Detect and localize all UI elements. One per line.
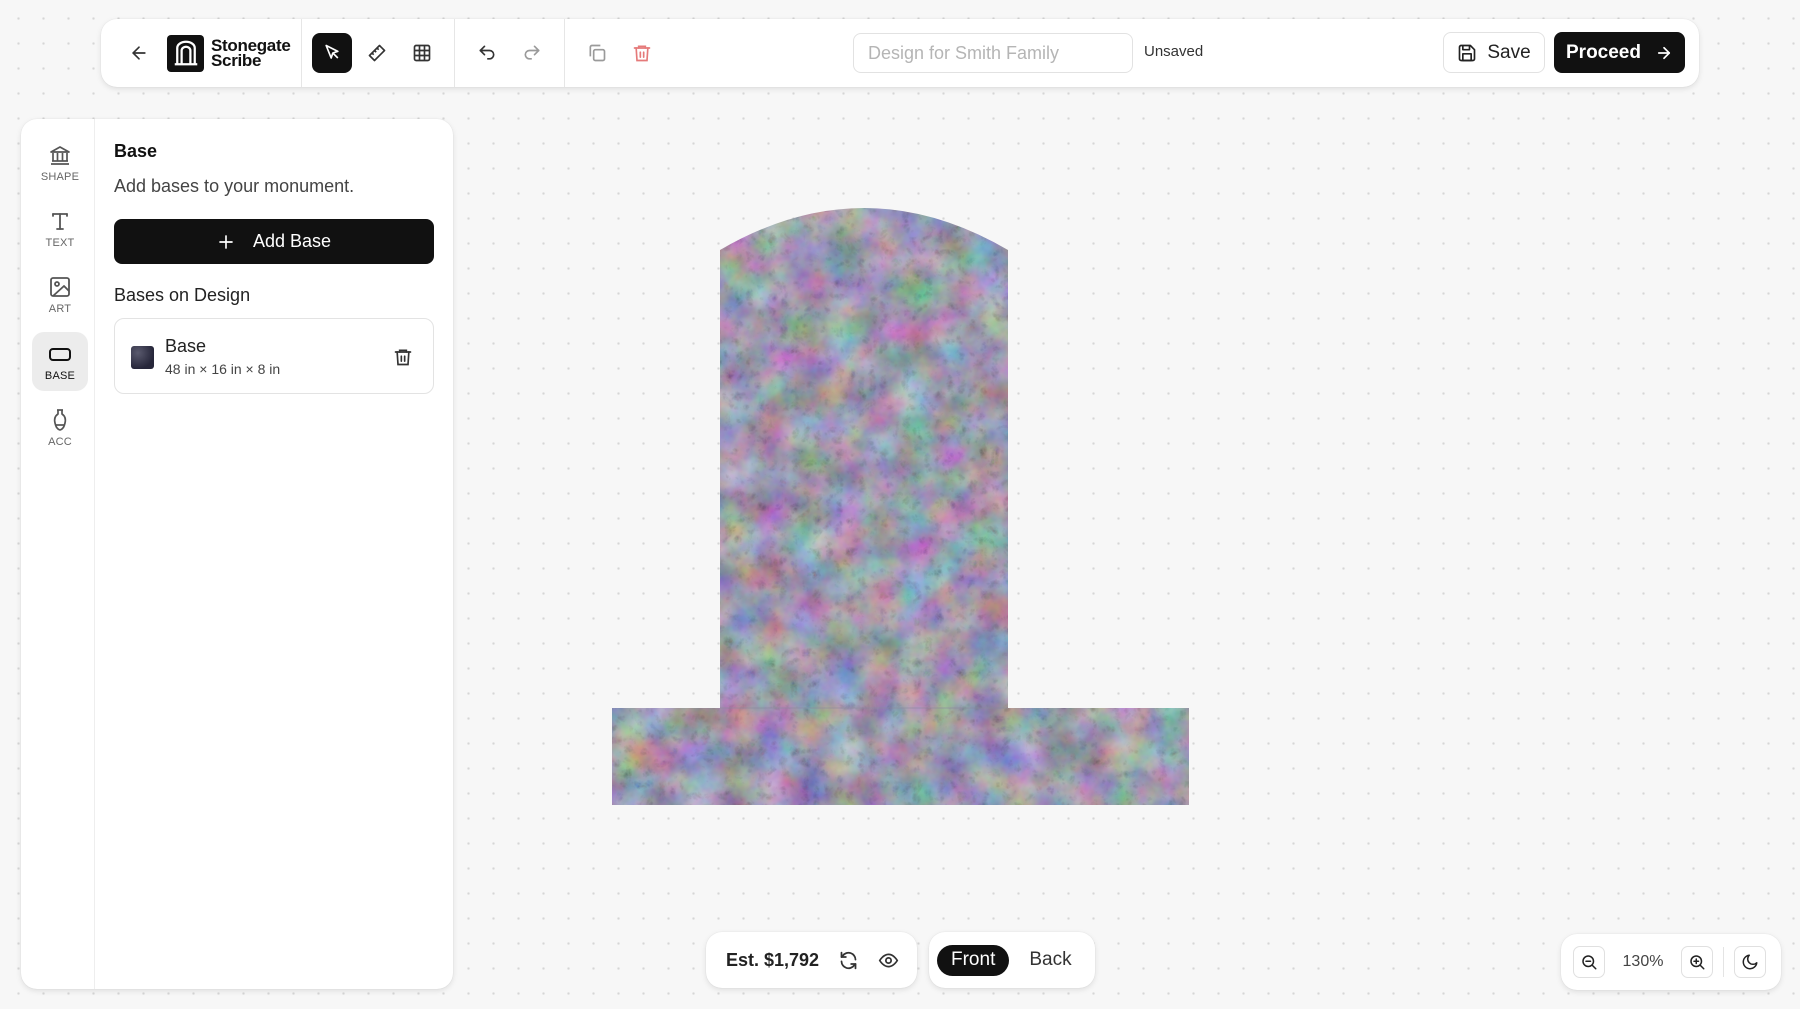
zoom-divider — [1723, 947, 1724, 977]
estimate-bar: Est. $1,792 — [706, 932, 917, 988]
theme-toggle-button[interactable] — [1734, 946, 1766, 978]
ruler-icon — [369, 44, 386, 62]
undo-button[interactable] — [467, 33, 507, 73]
tool-rail: SHAPE TEXT ART BASE ACC — [21, 119, 95, 989]
panel-title: Base — [114, 141, 158, 161]
proceed-button[interactable]: Proceed — [1554, 32, 1685, 73]
refresh-estimate-button[interactable] — [833, 945, 863, 975]
rail-item-shape[interactable]: SHAPE — [32, 133, 88, 192]
moon-icon — [1742, 954, 1758, 970]
toolbar-divider — [454, 19, 456, 87]
duplicate-button[interactable] — [577, 33, 617, 73]
grid-tool-button[interactable] — [402, 33, 442, 73]
preview-button[interactable] — [873, 945, 903, 975]
save-status: Unsaved — [1144, 43, 1204, 60]
grid-icon — [414, 44, 431, 62]
headstone-tablet[interactable] — [720, 208, 1008, 708]
back-button[interactable] — [119, 33, 159, 73]
eye-icon — [878, 952, 898, 968]
zoom-level: 130% — [1622, 953, 1664, 970]
list-item[interactable]: Base 48 in × 16 in × 8 in — [114, 318, 434, 394]
proceed-label: Proceed — [1566, 41, 1641, 63]
estimate-price: Est. $1,792 — [726, 949, 820, 970]
rectangle-icon — [49, 347, 71, 361]
image-icon — [50, 276, 70, 297]
rail-item-accessories[interactable]: ACC — [32, 398, 88, 457]
redo-button[interactable] — [512, 33, 552, 73]
copy-icon — [589, 44, 606, 62]
rail-item-art[interactable]: ART — [32, 265, 88, 324]
toolbar-divider — [564, 19, 566, 87]
rail-item-base[interactable]: BASE — [32, 332, 88, 391]
face-toggle: Front Back — [929, 932, 1095, 988]
brand-name: Stonegate Scribe — [211, 36, 291, 70]
top-toolbar: Stonegate Scribe Unsaved Save Proceed — [101, 19, 1699, 87]
headstone-logo-icon — [167, 34, 204, 72]
measure-tool-button[interactable] — [357, 33, 397, 73]
monument-canvas[interactable] — [612, 202, 1189, 805]
text-icon — [52, 212, 68, 230]
design-name-input[interactable] — [853, 33, 1133, 73]
select-tool-button[interactable] — [312, 33, 353, 73]
headstone-base[interactable] — [612, 708, 1189, 805]
left-panel: SHAPE TEXT ART BASE ACC Base Add bases t… — [21, 119, 453, 989]
save-icon — [1459, 44, 1476, 61]
undo-icon — [479, 45, 495, 60]
granite-swatch — [131, 346, 154, 369]
plus-icon — [219, 234, 233, 249]
tab-front[interactable]: Front — [937, 944, 1010, 976]
add-base-label: Add Base — [252, 231, 332, 251]
save-label: Save — [1487, 41, 1531, 63]
trash-icon — [634, 45, 651, 62]
zoom-controls: 130% — [1561, 934, 1781, 990]
arrow-right-icon — [1657, 46, 1671, 59]
panel-description: Add bases to your monument. — [114, 176, 355, 196]
toolbar-divider — [301, 19, 303, 87]
zoom-out-icon — [1582, 955, 1597, 970]
brand-logo[interactable]: Stonegate Scribe — [167, 34, 291, 72]
add-base-button[interactable]: Add Base — [114, 219, 434, 264]
arrow-left-icon — [132, 46, 146, 60]
save-button[interactable]: Save — [1443, 32, 1545, 73]
delete-base-button[interactable] — [389, 343, 417, 371]
zoom-in-button[interactable] — [1681, 946, 1713, 978]
base-name: Base — [165, 336, 207, 356]
vase-icon — [53, 408, 67, 431]
zoom-out-button[interactable] — [1573, 946, 1605, 978]
refresh-icon — [840, 951, 856, 969]
redo-icon — [525, 45, 540, 60]
tab-back[interactable]: Back — [1015, 945, 1085, 976]
base-dimensions: 48 in × 16 in × 8 in — [165, 361, 281, 377]
pointer-icon — [325, 44, 340, 59]
trash-icon — [394, 349, 412, 366]
section-title: Bases on Design — [114, 285, 251, 305]
rail-item-text[interactable]: TEXT — [32, 199, 88, 258]
zoom-in-icon — [1690, 955, 1705, 970]
bank-icon — [50, 145, 70, 165]
delete-button[interactable] — [622, 33, 662, 73]
